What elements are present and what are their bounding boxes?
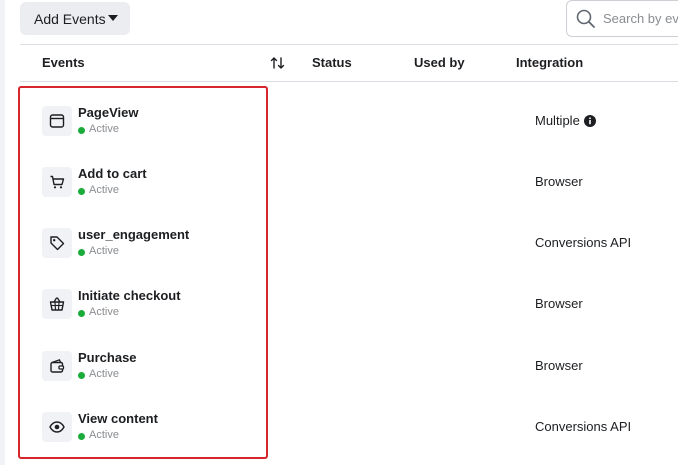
integration-value: Multiple (535, 113, 596, 128)
table-row[interactable]: Add to cart Active Browser (0, 166, 678, 227)
eye-icon (42, 412, 72, 442)
column-header-integration[interactable]: Integration (516, 55, 583, 70)
column-header-status[interactable]: Status (312, 55, 352, 70)
status-dot (78, 372, 85, 379)
integration-label: Browser (535, 174, 583, 189)
event-name[interactable]: Add to cart (78, 166, 147, 181)
status-dot (78, 310, 85, 317)
add-events-button[interactable]: Add Events (20, 2, 130, 35)
wallet-icon (42, 351, 72, 381)
status-dot (78, 188, 85, 195)
caret-down-icon (108, 15, 118, 21)
integration-value: Browser (535, 174, 583, 189)
integration-value: Conversions API (535, 235, 631, 250)
integration-label: Multiple (535, 113, 580, 128)
tag-icon (42, 228, 72, 258)
status-dot (78, 433, 85, 440)
table-row[interactable]: user_engagement Active Conversions API (0, 227, 678, 288)
browser-window-icon (42, 106, 72, 136)
column-header-used-by[interactable]: Used by (414, 55, 465, 70)
status-text: Active (89, 184, 119, 196)
table-row[interactable]: Purchase Active Browser (0, 350, 678, 411)
search-input[interactable]: Search by ev (566, 0, 678, 37)
integration-label: Conversions API (535, 235, 632, 250)
status-text: Active (89, 306, 119, 318)
integration-value: Conversions API (535, 419, 631, 434)
event-name[interactable]: PageView (78, 105, 138, 120)
status-text: Active (89, 245, 119, 257)
table-row[interactable]: PageView Active Multiple (0, 105, 678, 166)
event-name[interactable]: View content (78, 411, 158, 426)
integration-label: Browser (535, 296, 583, 311)
table-row[interactable]: View content Active Conversions API (0, 411, 678, 472)
event-name[interactable]: Purchase (78, 350, 137, 365)
status-text: Active (89, 123, 119, 135)
event-name[interactable]: Initiate checkout (78, 288, 181, 303)
search-placeholder: Search by ev (603, 11, 678, 26)
sort-icon[interactable] (270, 56, 285, 70)
integration-value: Browser (535, 358, 583, 373)
integration-label: Conversions API (535, 419, 632, 434)
status-text: Active (89, 368, 119, 380)
integration-value: Browser (535, 296, 583, 311)
status-text: Active (89, 429, 119, 441)
basket-icon (42, 289, 72, 319)
status-dot (78, 127, 85, 134)
header-divider-bottom (20, 81, 678, 82)
search-icon (576, 9, 595, 28)
event-name[interactable]: user_engagement (78, 227, 189, 242)
integration-label: Browser (535, 358, 583, 373)
cart-icon (42, 167, 72, 197)
info-icon[interactable] (583, 114, 596, 127)
column-header-events[interactable]: Events (42, 55, 85, 70)
header-divider-top (20, 44, 678, 45)
status-dot (78, 249, 85, 256)
table-row[interactable]: Initiate checkout Active Browser (0, 288, 678, 349)
add-events-label: Add Events (34, 10, 106, 27)
